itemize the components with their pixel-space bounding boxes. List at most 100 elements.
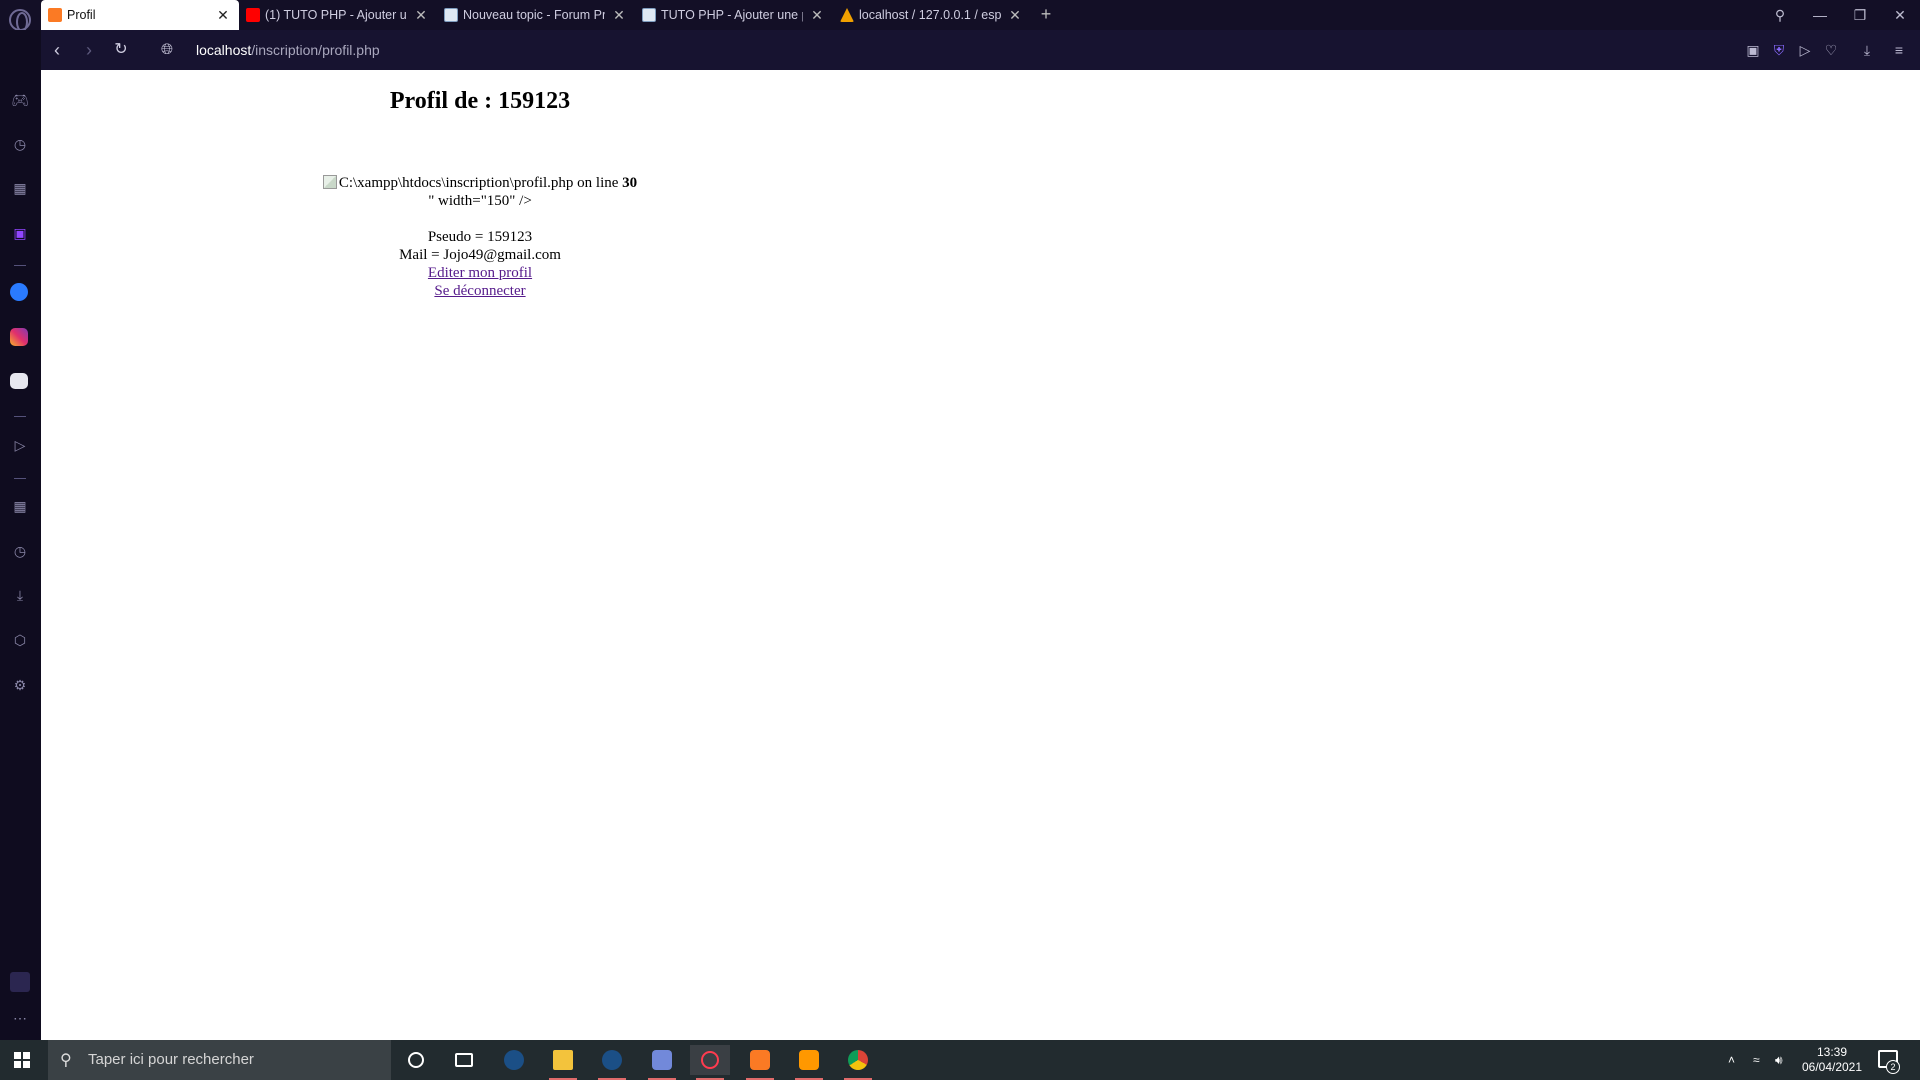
send-icon: ▷ xyxy=(1799,42,1811,58)
reload-icon: ↻ xyxy=(114,41,128,58)
profile-image-error: C:\xampp\htdocs\inscription\profil.php o… xyxy=(41,174,919,192)
close-icon[interactable]: ✕ xyxy=(611,7,627,23)
error-path-text: C:\xampp\htdocs\inscription\profil.php o… xyxy=(338,175,623,191)
taskbar: ⚲ Taper ici pour rechercher ˄ ≈ 🔊︎ 13:39… xyxy=(0,1040,1920,1080)
task-view-icon xyxy=(455,1053,473,1067)
download-icon: ⤓ xyxy=(1863,42,1871,58)
address-bar: ‹ › ↻ 🌐︎ localhost/inscription/profil.ph… xyxy=(41,30,1920,70)
more-icon[interactable]: ⋯ xyxy=(10,1008,30,1028)
search-icon: ⚲ xyxy=(1774,6,1786,23)
tab-tuto-php[interactable]: TUTO PHP - Ajouter une ph ✕ xyxy=(635,0,833,30)
network-button[interactable]: ≈ xyxy=(1753,1040,1760,1080)
clock-time: 13:39 xyxy=(1816,1045,1848,1059)
flow-button[interactable]: ▷ xyxy=(1796,41,1814,59)
taskbar-steam-1[interactable] xyxy=(494,1045,534,1075)
history-icon[interactable]: ◷ xyxy=(10,541,30,561)
download-icon[interactable]: ⤓ xyxy=(10,585,30,605)
tab-title: Nouveau topic - Forum Pri xyxy=(463,8,605,22)
taskbar-file-explorer[interactable] xyxy=(543,1045,583,1080)
camera-icon: ▣ xyxy=(1746,42,1760,58)
tab-youtube[interactable]: (1) TUTO PHP - Ajouter une ✕ xyxy=(239,0,437,30)
notification-count-badge: 2 xyxy=(1886,1060,1900,1074)
tab-title: Profil xyxy=(67,8,96,22)
minimize-icon: — xyxy=(1813,7,1827,23)
snapshot-button[interactable]: ▣ xyxy=(1744,41,1762,59)
sidebar: 🎮︎ ◷ ▦ ▣ ▷ ▦ ◷ ⤓ ⬡ ⚙︎ ⋯ xyxy=(0,30,41,1040)
file-explorer-icon xyxy=(553,1050,573,1070)
restore-button[interactable]: ❐ xyxy=(1850,0,1870,30)
globe-icon: 🌐︎ xyxy=(160,41,173,58)
sidebar-toggle-icon[interactable] xyxy=(10,972,30,992)
tab-title: TUTO PHP - Ajouter une ph xyxy=(661,8,803,22)
url-field[interactable]: localhost/inscription/profil.php xyxy=(196,42,380,58)
taskbar-chrome[interactable] xyxy=(838,1045,878,1080)
window-close-button[interactable]: ✕ xyxy=(1890,0,1910,30)
twitch-icon[interactable]: ▣ xyxy=(10,223,30,243)
volume-button[interactable]: 🔊︎ xyxy=(1775,1040,1783,1080)
taskbar-steam-2[interactable] xyxy=(592,1045,632,1080)
restore-icon: ❐ xyxy=(1853,6,1867,23)
extensions-icon[interactable]: ⬡ xyxy=(10,630,30,650)
shield-icon: ⛨ xyxy=(1773,42,1785,58)
tab-phpmyadmin[interactable]: localhost / 127.0.0.1 / espa ✕ xyxy=(833,0,1031,30)
tray-overflow-button[interactable]: ˄ xyxy=(1728,1040,1735,1080)
downloads-button[interactable]: ⤓ xyxy=(1858,41,1876,59)
page-title: Profil de : 159123 xyxy=(389,88,571,114)
site-info-button[interactable]: 🌐︎ xyxy=(157,40,177,60)
error-trailing-text: " width="150" /> xyxy=(428,193,532,209)
url-path: /inscription/profil.php xyxy=(251,42,380,58)
vpn-button[interactable]: ⛨ xyxy=(1770,41,1788,59)
taskbar-xampp[interactable] xyxy=(740,1045,780,1080)
tab-search-button[interactable]: ⚲ xyxy=(1770,0,1790,30)
error-line-number: 30 xyxy=(622,175,638,191)
easy-setup-button[interactable]: ≡ xyxy=(1890,41,1908,59)
taskbar-discord[interactable] xyxy=(642,1045,682,1080)
tab-title: (1) TUTO PHP - Ajouter une xyxy=(265,8,407,22)
gx-corner-icon[interactable]: 🎮︎ xyxy=(10,90,30,110)
steam-icon xyxy=(602,1050,622,1070)
tab-strip: Profil ✕ (1) TUTO PHP - Ajouter une ✕ No… xyxy=(41,0,1031,30)
task-view-button[interactable] xyxy=(444,1045,484,1075)
search-icon: ⚲ xyxy=(60,1052,72,1069)
forward-button[interactable]: › xyxy=(79,40,99,60)
settings-icon[interactable]: ⚙︎ xyxy=(10,675,30,695)
mail-text: Mail = Jojo49@gmail.com xyxy=(399,247,561,263)
pseudo-text: Pseudo = 159123 xyxy=(427,229,533,245)
player-icon[interactable]: ▷ xyxy=(10,435,30,455)
messenger-icon[interactable] xyxy=(10,283,30,303)
close-icon[interactable]: ✕ xyxy=(413,7,429,23)
cortana-button[interactable] xyxy=(396,1045,436,1075)
page-content: Profil de : 159123 C:\xampp\htdocs\inscr… xyxy=(41,70,1920,1040)
chevron-up-icon: ˄ xyxy=(1728,1053,1736,1067)
new-tab-button[interactable]: + xyxy=(1036,4,1056,24)
opera-gx-logo-icon[interactable] xyxy=(9,9,31,32)
sublime-text-icon xyxy=(799,1050,819,1070)
heart-icon: ♡ xyxy=(1824,42,1838,58)
gx-control-icon[interactable]: ◷ xyxy=(10,134,30,154)
sidebar-separator xyxy=(14,416,26,417)
reload-button[interactable]: ↻ xyxy=(111,40,131,60)
gx-store-icon[interactable]: ▦ xyxy=(10,178,30,198)
url-host: localhost xyxy=(196,42,252,58)
speed-dial-icon[interactable]: ▦ xyxy=(10,496,30,516)
close-icon[interactable]: ✕ xyxy=(215,7,231,23)
close-icon[interactable]: ✕ xyxy=(809,7,825,23)
bookmark-button[interactable]: ♡ xyxy=(1822,41,1840,59)
opera-gx-icon xyxy=(701,1051,719,1069)
discord-icon[interactable] xyxy=(10,373,30,393)
instagram-icon[interactable] xyxy=(10,328,30,348)
tab-forum[interactable]: Nouveau topic - Forum Pri ✕ xyxy=(437,0,635,30)
minimize-button[interactable]: — xyxy=(1810,0,1830,30)
system-clock[interactable]: 13:39 06/04/2021 xyxy=(1795,1045,1869,1075)
back-button[interactable]: ‹ xyxy=(47,40,67,60)
windows-start-icon[interactable] xyxy=(14,1052,30,1068)
taskbar-sublime-text[interactable] xyxy=(789,1045,829,1080)
taskbar-opera-gx[interactable] xyxy=(690,1045,730,1080)
edit-profile-link[interactable]: Editer mon profil xyxy=(428,265,532,281)
logout-row: Se déconnecter xyxy=(41,282,919,300)
youtube-icon xyxy=(246,8,260,22)
logout-link[interactable]: Se déconnecter xyxy=(434,283,525,299)
close-icon[interactable]: ✕ xyxy=(1007,7,1023,23)
tab-profil[interactable]: Profil ✕ xyxy=(41,0,239,30)
taskbar-search[interactable]: ⚲ Taper ici pour rechercher xyxy=(48,1040,391,1080)
